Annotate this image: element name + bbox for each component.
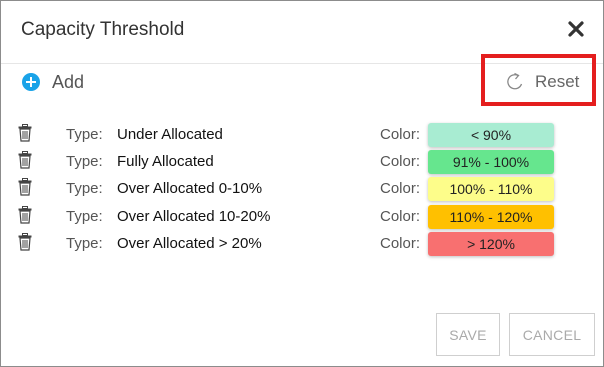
- color-swatch[interactable]: > 120%: [428, 232, 554, 256]
- type-value: Fully Allocated: [117, 153, 214, 170]
- color-label: Color:: [380, 208, 421, 225]
- add-label: Add: [52, 71, 85, 92]
- close-icon[interactable]: [565, 18, 587, 40]
- type-label: Type:: [66, 153, 103, 170]
- color-swatch[interactable]: 110% - 120%: [428, 205, 554, 229]
- threshold-row: Type: Over Allocated 0-10% Color: 100% -…: [1, 177, 603, 204]
- threshold-row: Type: Over Allocated > 20% Color: > 120%: [1, 232, 603, 259]
- threshold-row: Type: Fully Allocated Color: 91% - 100%: [1, 150, 603, 177]
- trash-icon[interactable]: [18, 206, 32, 224]
- threshold-row: Type: Under Allocated Color: < 90%: [1, 123, 603, 150]
- capacity-threshold-dialog: Capacity Threshold Add Reset Type: Under…: [0, 0, 604, 367]
- dialog-title: Capacity Threshold: [21, 19, 185, 40]
- reset-icon: [507, 72, 523, 90]
- threshold-row: Type: Over Allocated 10-20% Color: 110% …: [1, 205, 603, 232]
- color-label: Color:: [380, 235, 421, 252]
- color-label: Color:: [380, 126, 421, 143]
- color-swatch[interactable]: < 90%: [428, 123, 554, 147]
- reset-highlight: Reset: [481, 54, 596, 106]
- add-button[interactable]: Add: [22, 70, 84, 94]
- color-swatch[interactable]: 100% - 110%: [428, 177, 554, 201]
- type-label: Type:: [66, 126, 103, 143]
- type-value: Under Allocated: [117, 126, 223, 143]
- type-label: Type:: [66, 208, 103, 225]
- type-label: Type:: [66, 180, 103, 197]
- trash-icon[interactable]: [18, 233, 32, 251]
- reset-button[interactable]: Reset: [505, 70, 579, 94]
- color-label: Color:: [380, 180, 421, 197]
- type-value: Over Allocated 0-10%: [117, 180, 263, 197]
- color-label: Color:: [380, 153, 421, 170]
- save-button[interactable]: SAVE: [436, 313, 500, 356]
- trash-icon[interactable]: [18, 151, 32, 169]
- color-swatch[interactable]: 91% - 100%: [428, 150, 554, 174]
- type-value: Over Allocated 10-20%: [117, 208, 271, 225]
- cancel-button[interactable]: CANCEL: [509, 313, 595, 356]
- type-label: Type:: [66, 235, 103, 252]
- type-value: Over Allocated > 20%: [117, 235, 262, 252]
- add-icon: [22, 73, 40, 91]
- trash-icon[interactable]: [18, 178, 32, 196]
- reset-label: Reset: [535, 72, 580, 91]
- trash-icon[interactable]: [18, 124, 32, 142]
